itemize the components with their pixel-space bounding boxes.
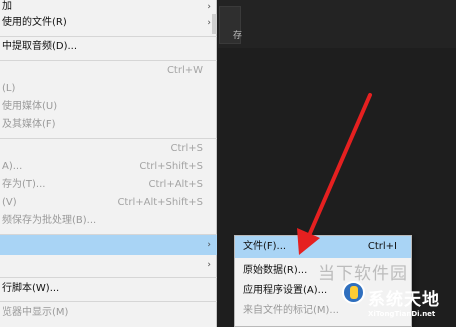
submenu-arrow-icon: › [207,260,211,270]
menu-item-run-script[interactable]: 行脚本(W)... [0,279,217,299]
submenu-arrow-icon: › [207,18,211,28]
menu-item-close[interactable]: Ctrl+W [0,61,217,81]
brand-logo-icon [342,281,365,304]
watermark-text: 当下软件园 [318,264,408,284]
file-menu: 加 › 使用的文件(R) › 中提取音频(D)... Ctrl+W (L) 使用… [0,0,217,327]
menu-item-save-batch[interactable]: 频保存为批处理(B)... [0,211,217,231]
menu-item-save-all[interactable]: (V) Ctrl+Alt+Shift+S [0,193,217,213]
menu-item-save[interactable]: Ctrl+S [0,139,217,159]
menu-item-export[interactable]: › [0,255,217,275]
submenu-item-file[interactable]: 文件(F)... Ctrl+I [235,236,411,258]
menu-item-save-as[interactable]: A)... Ctrl+Shift+S [0,157,217,177]
menu-divider [0,301,217,302]
menu-item-reveal-in-browser[interactable]: 览器中显示(M) [0,303,217,323]
brand-name: 系统天地 [368,290,440,310]
panel-tab-label: 存 [233,31,243,41]
menu-item-recent-files[interactable]: 使用的文件(R) › [0,13,217,33]
brand-url: XiTongTianDi.net [368,310,436,318]
menu-divider [0,277,217,278]
submenu-arrow-icon: › [207,240,211,250]
panel-header [218,0,456,48]
menu-item-save-copy[interactable]: 存为(T)... Ctrl+Alt+S [0,175,217,195]
menu-item-close-with-media[interactable]: 及其媒体(F) [0,115,217,135]
menu-item-extract-audio[interactable]: 中提取音频(D)... [0,37,217,57]
menu-item-import[interactable]: › [0,235,217,255]
menu-item-close-all[interactable]: (L) [0,79,217,99]
menu-item-close-unused-media[interactable]: 使用媒体(U) [0,97,217,117]
